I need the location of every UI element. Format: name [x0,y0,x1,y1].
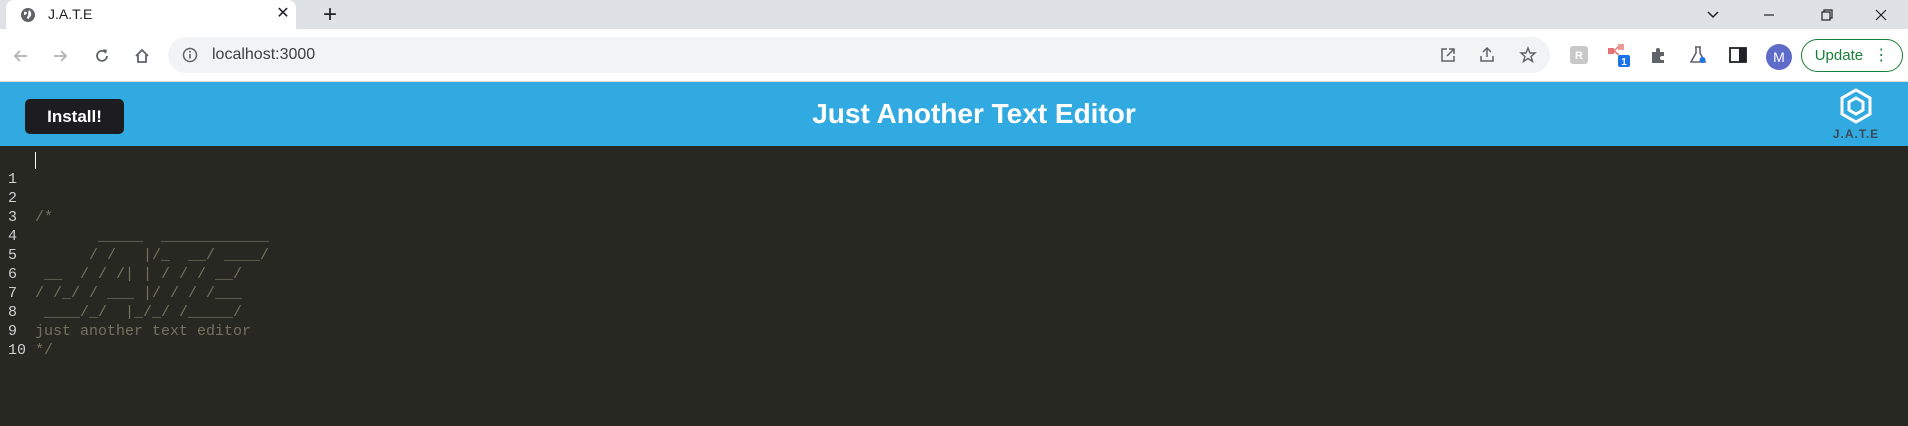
star-icon [1519,46,1537,64]
app-header: Install! Just Another Text Editor J.A.T.… [0,82,1908,146]
share-button[interactable] [1477,45,1497,65]
editor-line[interactable]: 7 ____/_/ |_/_/ /_____/ [0,265,1908,321]
extension-network-icon: 1 [1608,44,1630,68]
info-icon[interactable] [182,47,198,63]
arrow-left-icon [13,50,27,62]
puzzle-icon [1652,48,1664,63]
labs-button[interactable] [1685,42,1711,68]
tab-title: J.A.T.E [48,6,93,22]
update-label: Update [1814,47,1864,64]
reload-icon [96,49,108,62]
logo-text: J.A.T.E [1832,127,1880,141]
chevron-down-icon [1707,10,1719,18]
browser-tab[interactable]: J.A.T.E ✕ [6,0,296,29]
side-panel-icon [1729,47,1747,63]
page-title: Just Another Text Editor [812,98,1136,129]
restore-window-button[interactable] [1800,0,1854,29]
line-text[interactable]: */ [35,341,53,360]
editor-line[interactable]: 10 [0,322,1908,359]
reload-button[interactable] [89,43,115,69]
globe-icon [21,8,35,22]
code-editor[interactable]: 1 2 /* 3 _____ ____________ 4 / / |/_ __… [0,146,1908,426]
open-in-app-button[interactable] [1438,45,1458,65]
editor-line[interactable]: 4 / / |/_ __/ ____/ [0,208,1908,264]
editor-line[interactable]: 9 */ [0,303,1908,359]
update-button[interactable]: Update ⋮ [1801,39,1903,72]
close-tab-icon[interactable]: ✕ [274,5,292,23]
minimize-window-button[interactable] [1742,0,1796,29]
share-icon [1480,46,1494,62]
editor-line[interactable]: 6 / /_/ / ___ |/ / / /___ [0,246,1908,302]
extension-r-icon: R [1570,46,1588,64]
external-link-icon [1441,48,1455,62]
extension-badge-button[interactable]: 1 [1606,42,1632,68]
bookmark-button[interactable] [1518,45,1538,65]
hexagon-logo-icon [1840,88,1872,124]
browser-toolbar: localhost:3000 R 1 M Update ⋮ [0,29,1908,82]
app-logo: J.A.T.E [1822,87,1890,142]
line-number: 10 [8,342,27,359]
tab-search-button[interactable] [1686,0,1740,29]
minimize-icon [1764,13,1774,16]
url-text[interactable]: localhost:3000 [212,46,315,64]
arrow-right-icon [54,50,68,62]
editor-line[interactable]: 8 just another text editor [0,284,1908,340]
extensions-button[interactable] [1646,42,1672,68]
side-panel-button[interactable] [1725,42,1751,68]
new-tab-button[interactable]: + [316,2,344,28]
restore-icon [1821,8,1833,21]
extension-r-button[interactable]: R [1566,42,1592,68]
extension-badge-count: 1 [1621,57,1627,68]
close-icon [1875,9,1887,20]
editor-line[interactable]: 5 __ / / /| | / / / __/ [0,227,1908,283]
more-menu-icon: ⋮ [1873,47,1890,64]
editor-line[interactable]: 2 /* [0,170,1908,226]
home-button[interactable] [129,43,155,69]
address-bar[interactable]: localhost:3000 [168,37,1550,73]
forward-button[interactable] [47,43,73,69]
close-window-button[interactable] [1854,0,1908,29]
text-cursor [35,152,36,169]
svg-text:R: R [1575,50,1583,62]
back-button[interactable] [8,43,34,69]
browser-tab-strip: J.A.T.E ✕ + [0,0,1908,29]
home-icon [135,48,149,63]
editor-line[interactable]: 3 _____ ____________ [0,189,1908,245]
profile-avatar[interactable]: M [1766,44,1792,70]
flask-icon [1689,46,1707,63]
editor-line[interactable]: 1 [0,151,1908,188]
